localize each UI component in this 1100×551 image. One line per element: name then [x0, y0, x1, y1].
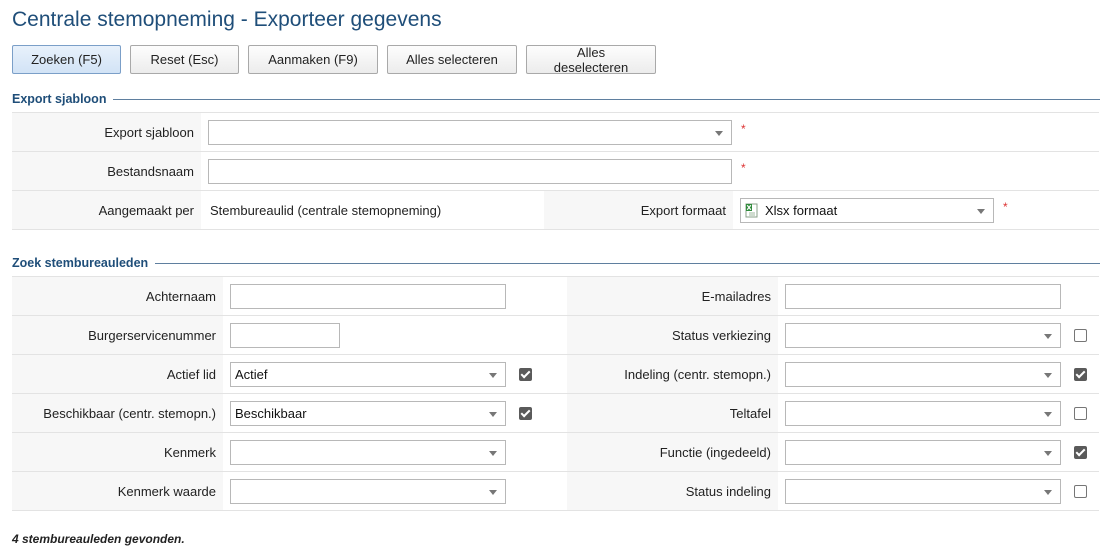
search-row: Achternaam E-mailadres	[12, 277, 1099, 316]
available-label: Beschikbaar (centr. stemopn.)	[12, 394, 223, 432]
available-select[interactable]: Beschikbaar	[230, 400, 506, 426]
search-section-title: Zoek stembureauleden	[12, 256, 149, 270]
search-row: Kenmerk waarde Status indeling	[12, 472, 1099, 511]
filename-row: Bestandsnaam *	[12, 152, 1099, 191]
chevron-down-icon	[489, 411, 497, 417]
reset-button[interactable]: Reset (Esc)	[130, 45, 239, 74]
election-status-select[interactable]	[785, 322, 1061, 348]
chevron-down-icon	[489, 450, 497, 456]
results-summary: 4 stembureauleden gevonden.	[12, 532, 185, 546]
toolbar: Zoeken (F5) Reset (Esc) Aanmaken (F9) Al…	[12, 45, 665, 75]
search-row: Kenmerk Functie (ingedeeld)	[12, 433, 1099, 472]
count-table-checkbox[interactable]	[1074, 406, 1087, 420]
deselect-all-button[interactable]: Alles deselecteren	[526, 45, 656, 75]
assignment-checkbox[interactable]	[1074, 367, 1087, 381]
export-format-select[interactable]: Xlsx formaat	[740, 197, 994, 223]
export-format-label: Export formaat	[544, 191, 733, 229]
page-title: Centrale stemopneming - Exporteer gegeve…	[12, 8, 442, 31]
filename-label: Bestandsnaam	[12, 152, 201, 190]
assignment-status-checkbox[interactable]	[1074, 484, 1087, 498]
export-template-select[interactable]	[208, 119, 732, 145]
required-marker: *	[741, 122, 746, 136]
required-marker: *	[741, 161, 746, 175]
chevron-down-icon	[715, 130, 723, 136]
search-button[interactable]: Zoeken (F5)	[12, 45, 121, 74]
active-checkbox[interactable]	[519, 367, 532, 381]
export-template-row: Export sjabloon *	[12, 113, 1099, 152]
chevron-down-icon	[1044, 450, 1052, 456]
election-status-checkbox[interactable]	[1074, 328, 1087, 342]
search-row: Burgerservicenummer Status verkiezing	[12, 316, 1099, 355]
section-divider	[155, 262, 1100, 264]
excel-file-icon	[745, 203, 758, 217]
filename-input[interactable]	[208, 158, 732, 184]
email-label: E-mailadres	[567, 277, 778, 315]
assignment-status-label: Status indeling	[567, 472, 778, 510]
created-per-label: Aangemaakt per	[12, 191, 201, 229]
chevron-down-icon	[489, 489, 497, 495]
email-input[interactable]	[785, 283, 1061, 309]
bsn-label: Burgerservicenummer	[12, 316, 223, 354]
chevron-down-icon	[1044, 333, 1052, 339]
assignment-status-select[interactable]	[785, 478, 1061, 504]
assignment-label: Indeling (centr. stemopn.)	[567, 355, 778, 393]
section-divider	[113, 98, 1100, 100]
chevron-down-icon	[489, 372, 497, 378]
function-checkbox[interactable]	[1074, 445, 1087, 459]
export-template-label: Export sjabloon	[12, 113, 201, 151]
assignment-select[interactable]	[785, 361, 1061, 387]
election-status-label: Status verkiezing	[567, 316, 778, 354]
chevron-down-icon	[1044, 411, 1052, 417]
search-row: Actief lid Actief Indeling (centr. stemo…	[12, 355, 1099, 394]
search-section-header: Zoek stembureauleden	[12, 256, 1100, 270]
surname-input[interactable]	[230, 283, 506, 309]
chevron-down-icon	[977, 208, 985, 214]
created-per-value: Stembureaulid (centrale stemopneming)	[210, 202, 442, 218]
search-form: Achternaam E-mailadres Burgerservicenumm…	[12, 276, 1099, 511]
active-select[interactable]: Actief	[230, 361, 506, 387]
select-all-button[interactable]: Alles selecteren	[387, 45, 517, 74]
attribute-label: Kenmerk	[12, 433, 223, 471]
chevron-down-icon	[1044, 372, 1052, 378]
attribute-value-label: Kenmerk waarde	[12, 472, 223, 510]
search-row: Beschikbaar (centr. stemopn.) Beschikbaa…	[12, 394, 1099, 433]
bsn-input[interactable]	[230, 322, 340, 348]
create-button[interactable]: Aanmaken (F9)	[248, 45, 378, 74]
attribute-select[interactable]	[230, 439, 506, 465]
function-select[interactable]	[785, 439, 1061, 465]
required-marker: *	[1003, 200, 1008, 214]
attribute-value-select[interactable]	[230, 478, 506, 504]
available-checkbox[interactable]	[519, 406, 532, 420]
count-table-label: Teltafel	[567, 394, 778, 432]
export-form: Export sjabloon * Bestandsnaam * Aangema…	[12, 112, 1099, 230]
export-section-header: Export sjabloon	[12, 92, 1100, 106]
created-per-row: Aangemaakt per Stembureaulid (centrale s…	[12, 191, 1099, 230]
count-table-select[interactable]	[785, 400, 1061, 426]
surname-label: Achternaam	[12, 277, 223, 315]
export-section-title: Export sjabloon	[12, 92, 107, 106]
active-label: Actief lid	[12, 355, 223, 393]
chevron-down-icon	[1044, 489, 1052, 495]
function-label: Functie (ingedeeld)	[567, 433, 778, 471]
